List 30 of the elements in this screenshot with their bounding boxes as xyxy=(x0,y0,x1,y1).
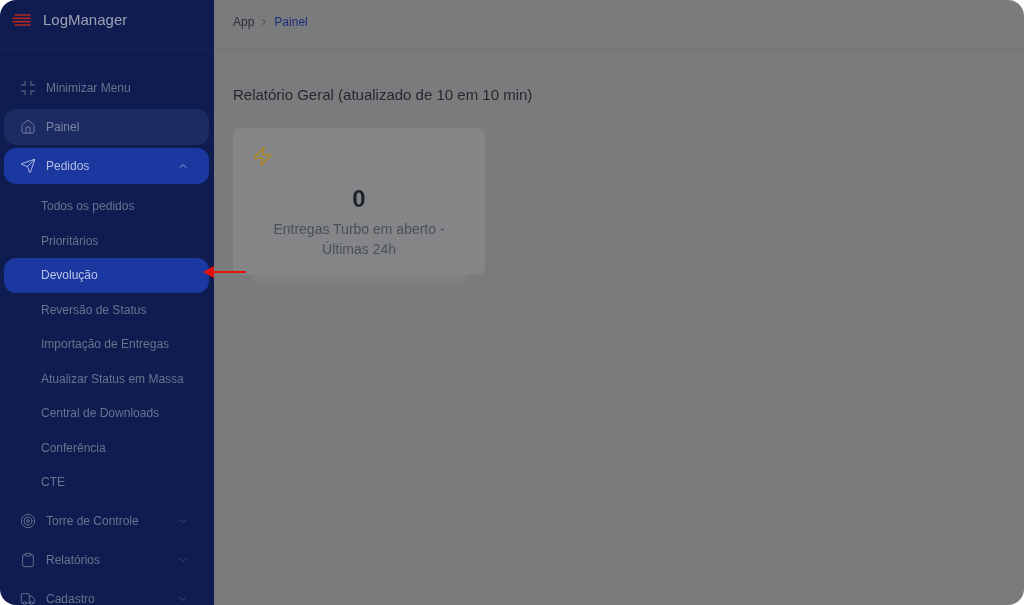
stat-label: Entregas Turbo em aberto - Últimas 24h xyxy=(272,220,446,259)
sidebar-item[interactable]: Pedidos xyxy=(4,148,209,184)
paper-plane-icon xyxy=(20,158,36,174)
app-name: LogManager xyxy=(43,11,128,29)
lightning-icon xyxy=(252,146,273,167)
sidebar-item[interactable]: Cadastro xyxy=(4,580,209,605)
sidebar-item[interactable]: Torre de Controle xyxy=(4,502,209,539)
sidebar-subitem[interactable]: Todos os pedidos xyxy=(4,189,209,224)
sidebar-item[interactable]: Relatórios xyxy=(4,541,209,578)
stat-value: 0 xyxy=(352,185,366,213)
minimize-menu-button[interactable]: Minimizar Menu xyxy=(4,70,209,106)
breadcrumb-link[interactable]: Painel xyxy=(274,12,308,31)
minimize-icon xyxy=(20,80,36,96)
sidebar-subitem[interactable]: Conferência xyxy=(4,430,209,465)
clipboard-icon xyxy=(20,551,36,568)
sidebar-subitem[interactable]: CTE xyxy=(4,465,209,500)
sidebar-subitem[interactable]: Prioritários xyxy=(4,223,209,258)
logo-icon xyxy=(12,14,32,26)
home-icon xyxy=(20,119,36,135)
arrow-icon xyxy=(203,266,246,278)
page-title: Relatório Geral (atualizado de 10 em 10 min) xyxy=(233,86,533,104)
sidebar-subitem[interactable]: Atualizar Status em Massa xyxy=(4,361,209,396)
sidebar-item[interactable]: Painel xyxy=(4,109,209,145)
target-icon xyxy=(20,512,36,529)
sidebar-subitem[interactable]: Central de Downloads xyxy=(4,396,209,431)
truck-icon xyxy=(20,590,36,605)
sidebar-subitem[interactable]: Reversão de Status xyxy=(4,292,209,327)
sidebar-subitem[interactable]: Importação de Entregas xyxy=(4,327,209,362)
breadcrumb-link[interactable]: App xyxy=(233,12,255,31)
sidebar-subitem[interactable]: Devolução xyxy=(4,258,209,293)
